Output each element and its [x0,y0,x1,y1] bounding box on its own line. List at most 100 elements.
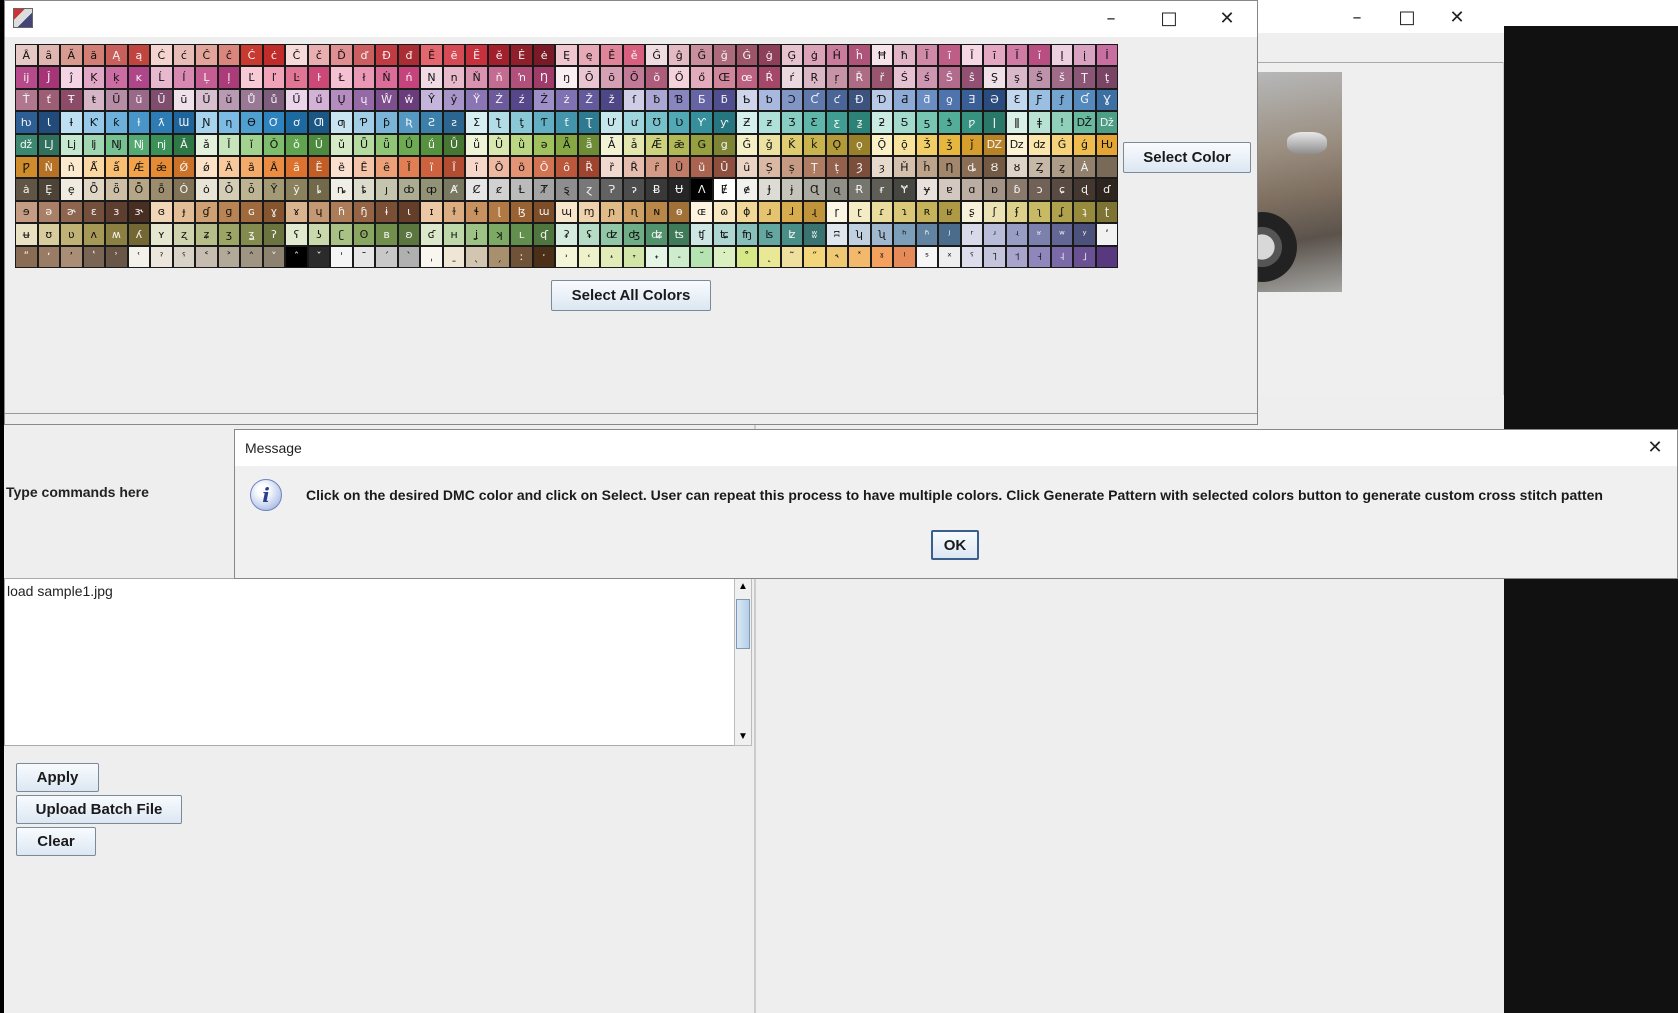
color-swatch[interactable]: ˦ [1005,245,1029,268]
color-swatch[interactable]: ȸ [397,178,421,201]
color-swatch[interactable]: ɽ [848,200,871,224]
color-swatch[interactable]: Ű [285,88,308,112]
color-close-icon[interactable]: ✕ [1197,1,1257,35]
color-swatch[interactable]: ɯ [532,200,556,224]
color-swatch[interactable]: Ą [105,44,128,67]
color-swatch[interactable]: ź [510,88,533,112]
color-swatch[interactable]: ǡ [622,133,646,156]
color-swatch[interactable]: Ƴ [690,111,713,134]
color-swatch[interactable]: ʜ [442,223,466,246]
color-swatch[interactable]: ə [37,200,61,224]
color-swatch[interactable]: ȋ [465,155,488,179]
color-swatch[interactable]: ɰ [555,200,578,224]
color-swatch[interactable]: ɾ [870,200,894,224]
color-swatch[interactable]: ʹ [1095,223,1119,246]
color-swatch[interactable]: Ŵ [375,88,398,112]
color-swatch[interactable]: ʯ [870,223,894,246]
color-swatch[interactable]: ƻ [870,111,894,134]
color-swatch[interactable]: ǰ [960,133,984,156]
color-swatch[interactable]: ʊ [37,223,61,246]
color-swatch[interactable]: ȃ [37,44,61,67]
color-swatch[interactable]: ř [870,66,894,89]
color-swatch[interactable]: ȁ [240,155,263,179]
color-swatch[interactable]: ʠ [532,223,556,246]
color-swatch[interactable]: ƫ [510,111,533,134]
color-swatch[interactable]: Ɍ [848,178,871,201]
color-swatch[interactable]: ƹ [825,111,849,134]
color-swatch[interactable]: ʻ [37,245,61,268]
color-swatch[interactable]: ɔ [1028,178,1051,201]
color-swatch[interactable]: ȗ [735,155,759,179]
color-swatch[interactable]: Ƶ [735,111,759,134]
color-swatch[interactable]: ơ [285,111,308,134]
color-swatch[interactable]: Ě [600,44,623,67]
color-swatch[interactable]: ȡ [960,155,984,179]
color-swatch[interactable]: ȳ [285,178,308,201]
color-swatch[interactable]: ƌ [915,88,939,112]
color-swatch[interactable]: Ȍ [487,155,511,179]
color-swatch[interactable]: ŷ [442,88,466,112]
color-swatch[interactable]: ɘ [15,200,38,224]
color-swatch[interactable]: ȑ [600,155,623,179]
color-swatch[interactable]: ď [352,44,376,67]
color-swatch[interactable]: Ȥ [1028,155,1051,179]
ok-button[interactable]: OK [931,530,979,560]
color-swatch[interactable]: ƶ [758,111,781,134]
color-swatch[interactable]: Ŀ [285,66,308,89]
color-swatch[interactable]: ˂ [195,245,218,268]
color-swatch[interactable]: đ [397,44,421,67]
color-swatch[interactable]: ɩ [397,200,421,224]
color-swatch[interactable]: ō [600,66,623,89]
color-swatch[interactable]: ǂ [1028,111,1051,134]
color-swatch[interactable]: ɼ [825,200,849,224]
color-swatch[interactable]: Ƃ [690,88,713,112]
color-swatch[interactable]: ǀ [983,111,1006,134]
color-swatch[interactable]: š [1050,66,1074,89]
color-swatch[interactable]: ɏ [915,178,939,201]
color-swatch[interactable]: ɞ [150,200,173,224]
color-swatch[interactable]: Ȣ [983,155,1006,179]
color-swatch[interactable]: Ǝ [960,88,984,112]
color-swatch[interactable]: ʕ [285,223,308,246]
color-swatch[interactable]: Ȓ [622,155,646,179]
color-swatch[interactable]: ˕ [622,245,646,268]
color-swatch[interactable]: ɗ [1095,178,1119,201]
color-swatch[interactable]: Ɔ [780,88,804,112]
color-swatch[interactable]: Ũ [105,88,128,112]
color-swatch[interactable]: ș [780,155,804,179]
color-swatch[interactable]: Ň [465,66,488,89]
color-swatch[interactable]: Ė [510,44,533,67]
color-swatch[interactable]: ĵ [60,66,83,89]
color-swatch[interactable]: ɋ [825,178,849,201]
color-swatch[interactable]: Ț [803,155,826,179]
color-swatch[interactable]: ĥ [848,44,871,67]
color-swatch[interactable]: ȼ [487,178,511,201]
color-swatch[interactable]: Ȗ [712,155,736,179]
color-swatch[interactable]: ą [127,44,151,67]
color-swatch[interactable]: ɻ [803,200,826,224]
color-swatch[interactable]: ţ [1095,66,1119,89]
color-swatch[interactable]: ǃ [1050,111,1074,134]
color-swatch[interactable]: ʓ [240,223,263,246]
color-swatch[interactable]: ˗ [667,245,691,268]
color-swatch[interactable]: ɟ [172,200,196,224]
color-swatch[interactable]: Ř [848,66,871,89]
color-swatch[interactable]: ư [622,111,646,134]
color-swatch[interactable]: Ħ [870,44,894,67]
color-swatch[interactable]: ǝ [532,133,556,156]
color-swatch[interactable]: ȅ [330,155,353,179]
color-swatch[interactable]: ʦ [667,223,691,246]
color-swatch[interactable]: Ƌ [893,88,916,112]
color-swatch[interactable]: ĳ [15,66,38,89]
color-swatch[interactable]: Ţ [1073,66,1096,89]
color-swatch[interactable]: ʒ [217,223,241,246]
color-swatch[interactable]: ƿ [960,111,984,134]
color-swatch[interactable]: ş [1005,66,1029,89]
color-swatch[interactable]: ɛ [82,200,106,224]
color-swatch[interactable]: Ť [15,88,38,112]
color-swatch[interactable]: ʵ [1005,223,1029,246]
color-swatch[interactable]: Ǭ [870,133,894,156]
color-swatch[interactable]: ˖ [645,245,668,268]
color-swatch[interactable]: Ğ [690,44,713,67]
color-swatch[interactable]: Ȧ [1073,155,1096,179]
